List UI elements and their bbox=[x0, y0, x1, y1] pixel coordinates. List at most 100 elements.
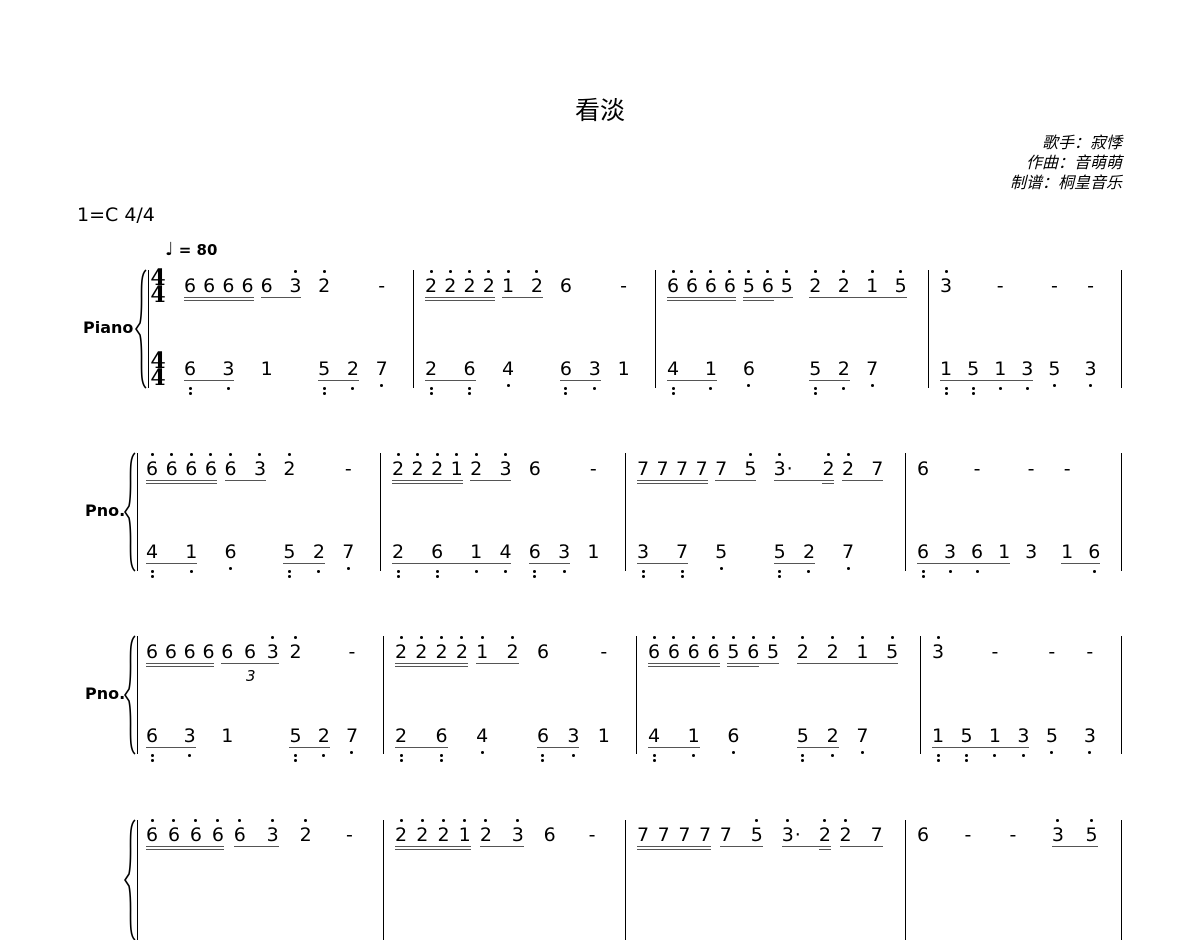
credit-composer: 作曲：音萌萌 bbox=[1025, 153, 1122, 172]
note-4: 4 bbox=[667, 358, 680, 380]
note-7: 7 bbox=[637, 824, 650, 846]
octave-up-dot bbox=[844, 819, 848, 822]
note-6: 6 bbox=[917, 541, 930, 563]
octave-up-dot bbox=[690, 270, 694, 273]
octave-down-dot bbox=[150, 759, 154, 762]
underline bbox=[773, 480, 835, 482]
note-5: 5 bbox=[1048, 358, 1061, 380]
sustain-dash: - bbox=[1050, 275, 1058, 297]
note-6: 6 bbox=[707, 641, 720, 663]
octave-down-dot bbox=[593, 387, 597, 390]
system-start-line bbox=[137, 820, 139, 940]
octave-down-dot bbox=[747, 384, 751, 387]
note-4: 4 bbox=[502, 358, 515, 380]
sustain-dash: - bbox=[346, 824, 353, 846]
barline bbox=[655, 270, 657, 388]
note-3: 3 bbox=[1017, 725, 1030, 747]
barline bbox=[928, 270, 930, 388]
note-7: 7 bbox=[719, 824, 732, 846]
underline bbox=[425, 380, 476, 382]
octave-down-dot bbox=[671, 387, 675, 390]
octave-down-dot bbox=[948, 570, 952, 573]
underline bbox=[395, 666, 468, 668]
octave-down-dot bbox=[1052, 384, 1056, 387]
octave-down-dot bbox=[831, 754, 835, 757]
octave-down-dot bbox=[150, 570, 154, 573]
octave-down-dot bbox=[293, 754, 297, 757]
note-6: 6 bbox=[559, 358, 572, 380]
octave-up-dot bbox=[435, 453, 439, 456]
note-7: 7 bbox=[699, 824, 712, 846]
note-1: 1 bbox=[260, 358, 273, 380]
octave-down-dot bbox=[188, 392, 192, 395]
octave-up-dot bbox=[399, 636, 403, 639]
note-6: 6 bbox=[184, 275, 197, 297]
note-3: 3 bbox=[773, 458, 786, 480]
underline bbox=[773, 563, 815, 565]
underline bbox=[719, 846, 763, 848]
note-5: 5 bbox=[727, 641, 740, 663]
instrument-label: Pno. bbox=[85, 684, 126, 703]
barline bbox=[1121, 820, 1123, 940]
note-2: 2 bbox=[479, 824, 492, 846]
sustain-dash: - bbox=[589, 458, 597, 480]
octave-down-dot bbox=[807, 570, 811, 573]
note-5: 5 bbox=[318, 358, 331, 380]
note-3: 3 bbox=[266, 641, 279, 663]
quarter-note-icon: ♩ bbox=[165, 239, 174, 260]
note-6: 6 bbox=[917, 458, 930, 480]
note-1: 1 bbox=[998, 541, 1011, 563]
octave-up-dot bbox=[712, 636, 716, 639]
underline bbox=[318, 380, 359, 382]
note-3: 3 bbox=[1025, 541, 1038, 563]
barline bbox=[383, 820, 385, 940]
octave-up-dot bbox=[293, 270, 297, 273]
octave-up-dot bbox=[480, 636, 484, 639]
note-1: 1 bbox=[856, 641, 869, 663]
note-7: 7 bbox=[715, 458, 728, 480]
sustain-dash: - bbox=[1048, 641, 1056, 663]
note-2: 2 bbox=[435, 641, 448, 663]
note-2: 2 bbox=[289, 641, 302, 663]
underline bbox=[796, 663, 899, 665]
underline bbox=[648, 663, 720, 665]
octave-up-dot bbox=[671, 270, 675, 273]
note-1: 1 bbox=[988, 725, 1002, 747]
note-6: 6 bbox=[211, 824, 224, 846]
note-6: 6 bbox=[704, 275, 718, 297]
octave-up-dot bbox=[860, 636, 864, 639]
octave-down-dot bbox=[1088, 751, 1092, 754]
note-2: 2 bbox=[317, 725, 330, 747]
note-2: 2 bbox=[437, 824, 450, 846]
underline bbox=[796, 747, 839, 749]
note-1: 1 bbox=[470, 541, 483, 563]
underline bbox=[233, 846, 279, 848]
octave-down-dot bbox=[399, 759, 403, 762]
underline bbox=[470, 480, 512, 482]
note-6: 6 bbox=[917, 824, 930, 846]
note-1: 1 bbox=[597, 725, 610, 747]
note-7: 7 bbox=[375, 358, 388, 380]
note-5: 5 bbox=[750, 824, 763, 846]
octave-down-dot bbox=[564, 387, 568, 390]
note-2: 2 bbox=[425, 275, 438, 297]
octave-down-dot bbox=[778, 575, 782, 578]
note-3: 3 bbox=[511, 824, 524, 846]
note-5: 5 bbox=[289, 725, 302, 747]
note-2: 2 bbox=[411, 458, 424, 480]
note-1: 1 bbox=[587, 541, 600, 563]
note-5: 5 bbox=[796, 725, 809, 747]
note-2: 2 bbox=[415, 641, 428, 663]
note-6: 6 bbox=[165, 458, 178, 480]
octave-up-dot bbox=[396, 453, 400, 456]
underline bbox=[146, 666, 215, 668]
octave-up-dot bbox=[463, 819, 467, 822]
octave-up-dot bbox=[468, 270, 472, 273]
tempo-marking: ♩ = 80 bbox=[165, 239, 217, 260]
system-start-line bbox=[137, 636, 139, 754]
sustain-dash: - bbox=[1063, 458, 1071, 480]
note-5: 5 bbox=[283, 541, 296, 563]
underline bbox=[260, 297, 302, 299]
note-6: 6 bbox=[685, 275, 699, 297]
octave-down-dot bbox=[1025, 387, 1029, 390]
